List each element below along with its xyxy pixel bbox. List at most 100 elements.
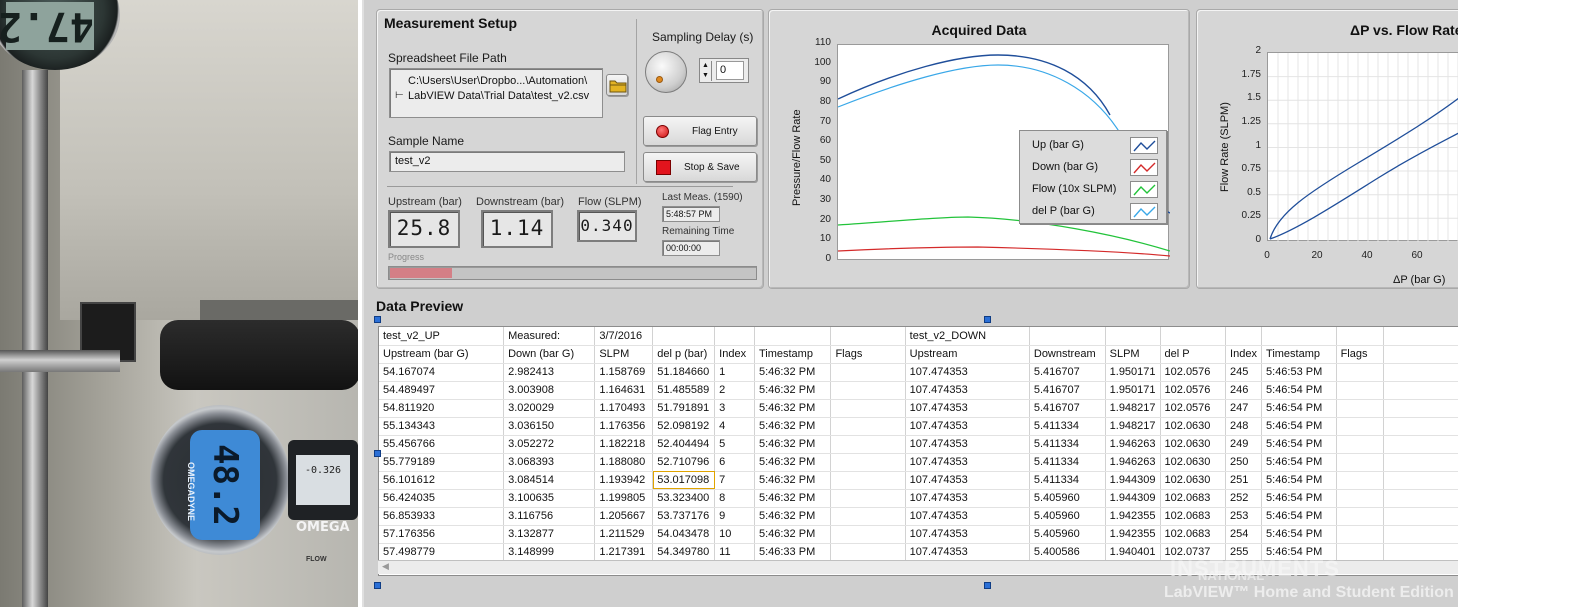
table-cell[interactable]: 5:46:54 PM bbox=[1261, 471, 1337, 490]
table-cell[interactable]: 54.489497 bbox=[379, 381, 505, 400]
table-cell[interactable] bbox=[1383, 471, 1458, 490]
table-cell[interactable] bbox=[830, 399, 906, 418]
table-cell[interactable] bbox=[1383, 489, 1458, 508]
table-cell[interactable]: 11 bbox=[714, 543, 755, 562]
table-cell[interactable]: 5:46:54 PM bbox=[1261, 489, 1337, 508]
table-cell[interactable]: 57.498779 bbox=[379, 543, 505, 562]
table-cell[interactable]: 5:46:54 PM bbox=[1261, 507, 1337, 526]
table-cell[interactable]: 1.940401 bbox=[1105, 543, 1161, 562]
table-cell[interactable]: 251 bbox=[1225, 471, 1263, 490]
table-cell[interactable]: 5.405960 bbox=[1029, 507, 1106, 526]
table-cell[interactable] bbox=[1336, 471, 1385, 490]
table-cell[interactable] bbox=[1336, 543, 1385, 562]
table-row[interactable]: 54.167074 2.982413 1.158769 51.184660 1 5:46:… bbox=[379, 363, 1458, 382]
table-cell[interactable]: 3.020029 bbox=[503, 399, 596, 418]
table-cell[interactable]: SLPM bbox=[1105, 345, 1161, 364]
table-cell[interactable]: Timestamp bbox=[1261, 345, 1337, 364]
table-cell[interactable] bbox=[1383, 327, 1458, 346]
table-cell[interactable]: Flags bbox=[1336, 345, 1385, 364]
table-cell[interactable]: 107.474353 bbox=[905, 543, 1030, 562]
table-row[interactable]: 55.456766 3.052272 1.182218 52.404494 5 5:46:… bbox=[379, 435, 1458, 454]
table-header-row[interactable]: test_v2_UP Measured: 3/7/2016 test_v2_DOWN bbox=[379, 327, 1458, 346]
table-cell[interactable]: 5.416707 bbox=[1029, 363, 1106, 382]
table-cell[interactable] bbox=[1383, 363, 1458, 382]
table-cell[interactable]: 102.0576 bbox=[1160, 399, 1227, 418]
table-row[interactable]: 54.489497 3.003908 1.164631 51.485589 2 5:46:… bbox=[379, 381, 1458, 400]
scroll-left-icon[interactable]: ◀ bbox=[382, 561, 389, 572]
table-cell[interactable] bbox=[1336, 363, 1385, 382]
table-cell[interactable]: 246 bbox=[1225, 381, 1263, 400]
legend-item[interactable]: Down (bar G) bbox=[1020, 157, 1166, 179]
table-cell[interactable] bbox=[830, 417, 906, 436]
resize-handle-top-middle[interactable] bbox=[984, 316, 991, 323]
sampling-delay-knob[interactable] bbox=[645, 51, 687, 93]
table-cell[interactable]: Upstream bbox=[905, 345, 1030, 364]
table-cell[interactable]: 5:46:32 PM bbox=[754, 363, 832, 382]
table-row[interactable]: 56.101612 3.084514 1.193942 53.017098 7 5:46:… bbox=[379, 471, 1458, 490]
table-cell[interactable]: 102.0630 bbox=[1160, 471, 1227, 490]
table-cell[interactable]: 56.101612 bbox=[379, 471, 505, 490]
table-cell[interactable] bbox=[830, 381, 906, 400]
table-cell[interactable]: 7 bbox=[714, 471, 755, 490]
table-cell[interactable]: 102.0683 bbox=[1160, 489, 1227, 508]
sample-name-input[interactable]: test_v2 bbox=[389, 151, 625, 172]
table-cell[interactable]: 5.416707 bbox=[1029, 399, 1106, 418]
table-cell[interactable] bbox=[830, 363, 906, 382]
table-cell[interactable] bbox=[754, 327, 832, 346]
table-cell[interactable] bbox=[830, 327, 906, 346]
legend-item[interactable]: Flow (10x SLPM) bbox=[1020, 179, 1166, 201]
table-cell[interactable]: 55.779189 bbox=[379, 453, 505, 472]
table-cell[interactable] bbox=[1225, 327, 1263, 346]
spinner-up-icon[interactable]: ▲ bbox=[700, 61, 712, 71]
table-cell[interactable]: 3.148999 bbox=[503, 543, 596, 562]
table-cell[interactable]: 5:46:32 PM bbox=[754, 489, 832, 508]
table-cell[interactable]: 102.0630 bbox=[1160, 435, 1227, 454]
table-cell[interactable] bbox=[1383, 399, 1458, 418]
table-cell[interactable]: 2.982413 bbox=[503, 363, 596, 382]
table-cell[interactable]: 5:46:32 PM bbox=[754, 507, 832, 526]
table-cell[interactable]: 1.205667 bbox=[594, 507, 654, 526]
table-cell[interactable]: 102.0630 bbox=[1160, 417, 1227, 436]
table-cell[interactable]: 1.199805 bbox=[594, 489, 654, 508]
table-cell[interactable] bbox=[830, 507, 906, 526]
table-cell[interactable]: 1.211529 bbox=[594, 525, 654, 544]
table-cell[interactable]: 1.942355 bbox=[1105, 507, 1161, 526]
table-cell[interactable]: 51.184660 bbox=[652, 363, 716, 382]
table-cell[interactable] bbox=[1383, 435, 1458, 454]
table-cell[interactable]: 3.003908 bbox=[503, 381, 596, 400]
table-cell[interactable] bbox=[1336, 507, 1385, 526]
table-cell[interactable] bbox=[830, 525, 906, 544]
table-cell[interactable]: 51.791891 bbox=[652, 399, 716, 418]
table-cell[interactable]: 107.474353 bbox=[905, 525, 1030, 544]
table-cell[interactable]: 1.170493 bbox=[594, 399, 654, 418]
table-cell[interactable]: 5:46:54 PM bbox=[1261, 435, 1337, 454]
table-cell[interactable]: 53.017098 bbox=[652, 471, 716, 490]
table-cell[interactable] bbox=[1336, 327, 1385, 346]
sampling-delay-value[interactable]: 0 bbox=[716, 61, 744, 80]
table-cell[interactable]: 1.948217 bbox=[1105, 417, 1161, 436]
table-row[interactable]: 55.779189 3.068393 1.188080 52.710796 6 5:46:… bbox=[379, 453, 1458, 472]
table-cell[interactable]: Flags bbox=[830, 345, 906, 364]
table-row[interactable]: 54.811920 3.020029 1.170493 51.791891 3 5:46:… bbox=[379, 399, 1458, 418]
table-cell[interactable] bbox=[652, 327, 716, 346]
table-cell[interactable]: 4 bbox=[714, 417, 755, 436]
table-cell[interactable]: Upstream (bar G) bbox=[379, 345, 505, 364]
table-cell[interactable]: 102.0576 bbox=[1160, 363, 1227, 382]
preview-table-grid[interactable]: test_v2_UP Measured: 3/7/2016 test_v2_DOWN U… bbox=[379, 327, 1458, 562]
table-cell[interactable]: 107.474353 bbox=[905, 435, 1030, 454]
table-cell[interactable]: 51.485589 bbox=[652, 381, 716, 400]
table-row[interactable]: 57.176356 3.132877 1.211529 54.043478 10 5:46… bbox=[379, 525, 1458, 544]
table-cell[interactable]: 9 bbox=[714, 507, 755, 526]
table-cell[interactable]: 52.098192 bbox=[652, 417, 716, 436]
table-cell[interactable]: 102.0630 bbox=[1160, 453, 1227, 472]
table-cell[interactable]: 3/7/2016 bbox=[594, 327, 654, 346]
table-cell[interactable]: 5:46:33 PM bbox=[754, 543, 832, 562]
table-cell[interactable]: 250 bbox=[1225, 453, 1263, 472]
table-cell[interactable]: 3.100635 bbox=[503, 489, 596, 508]
table-cell[interactable]: 57.176356 bbox=[379, 525, 505, 544]
table-cell[interactable]: 1.946263 bbox=[1105, 435, 1161, 454]
table-cell[interactable]: Index bbox=[714, 345, 755, 364]
table-cell[interactable]: 5:46:32 PM bbox=[754, 453, 832, 472]
table-cell[interactable]: 1.188080 bbox=[594, 453, 654, 472]
table-cell[interactable]: 3.084514 bbox=[503, 471, 596, 490]
